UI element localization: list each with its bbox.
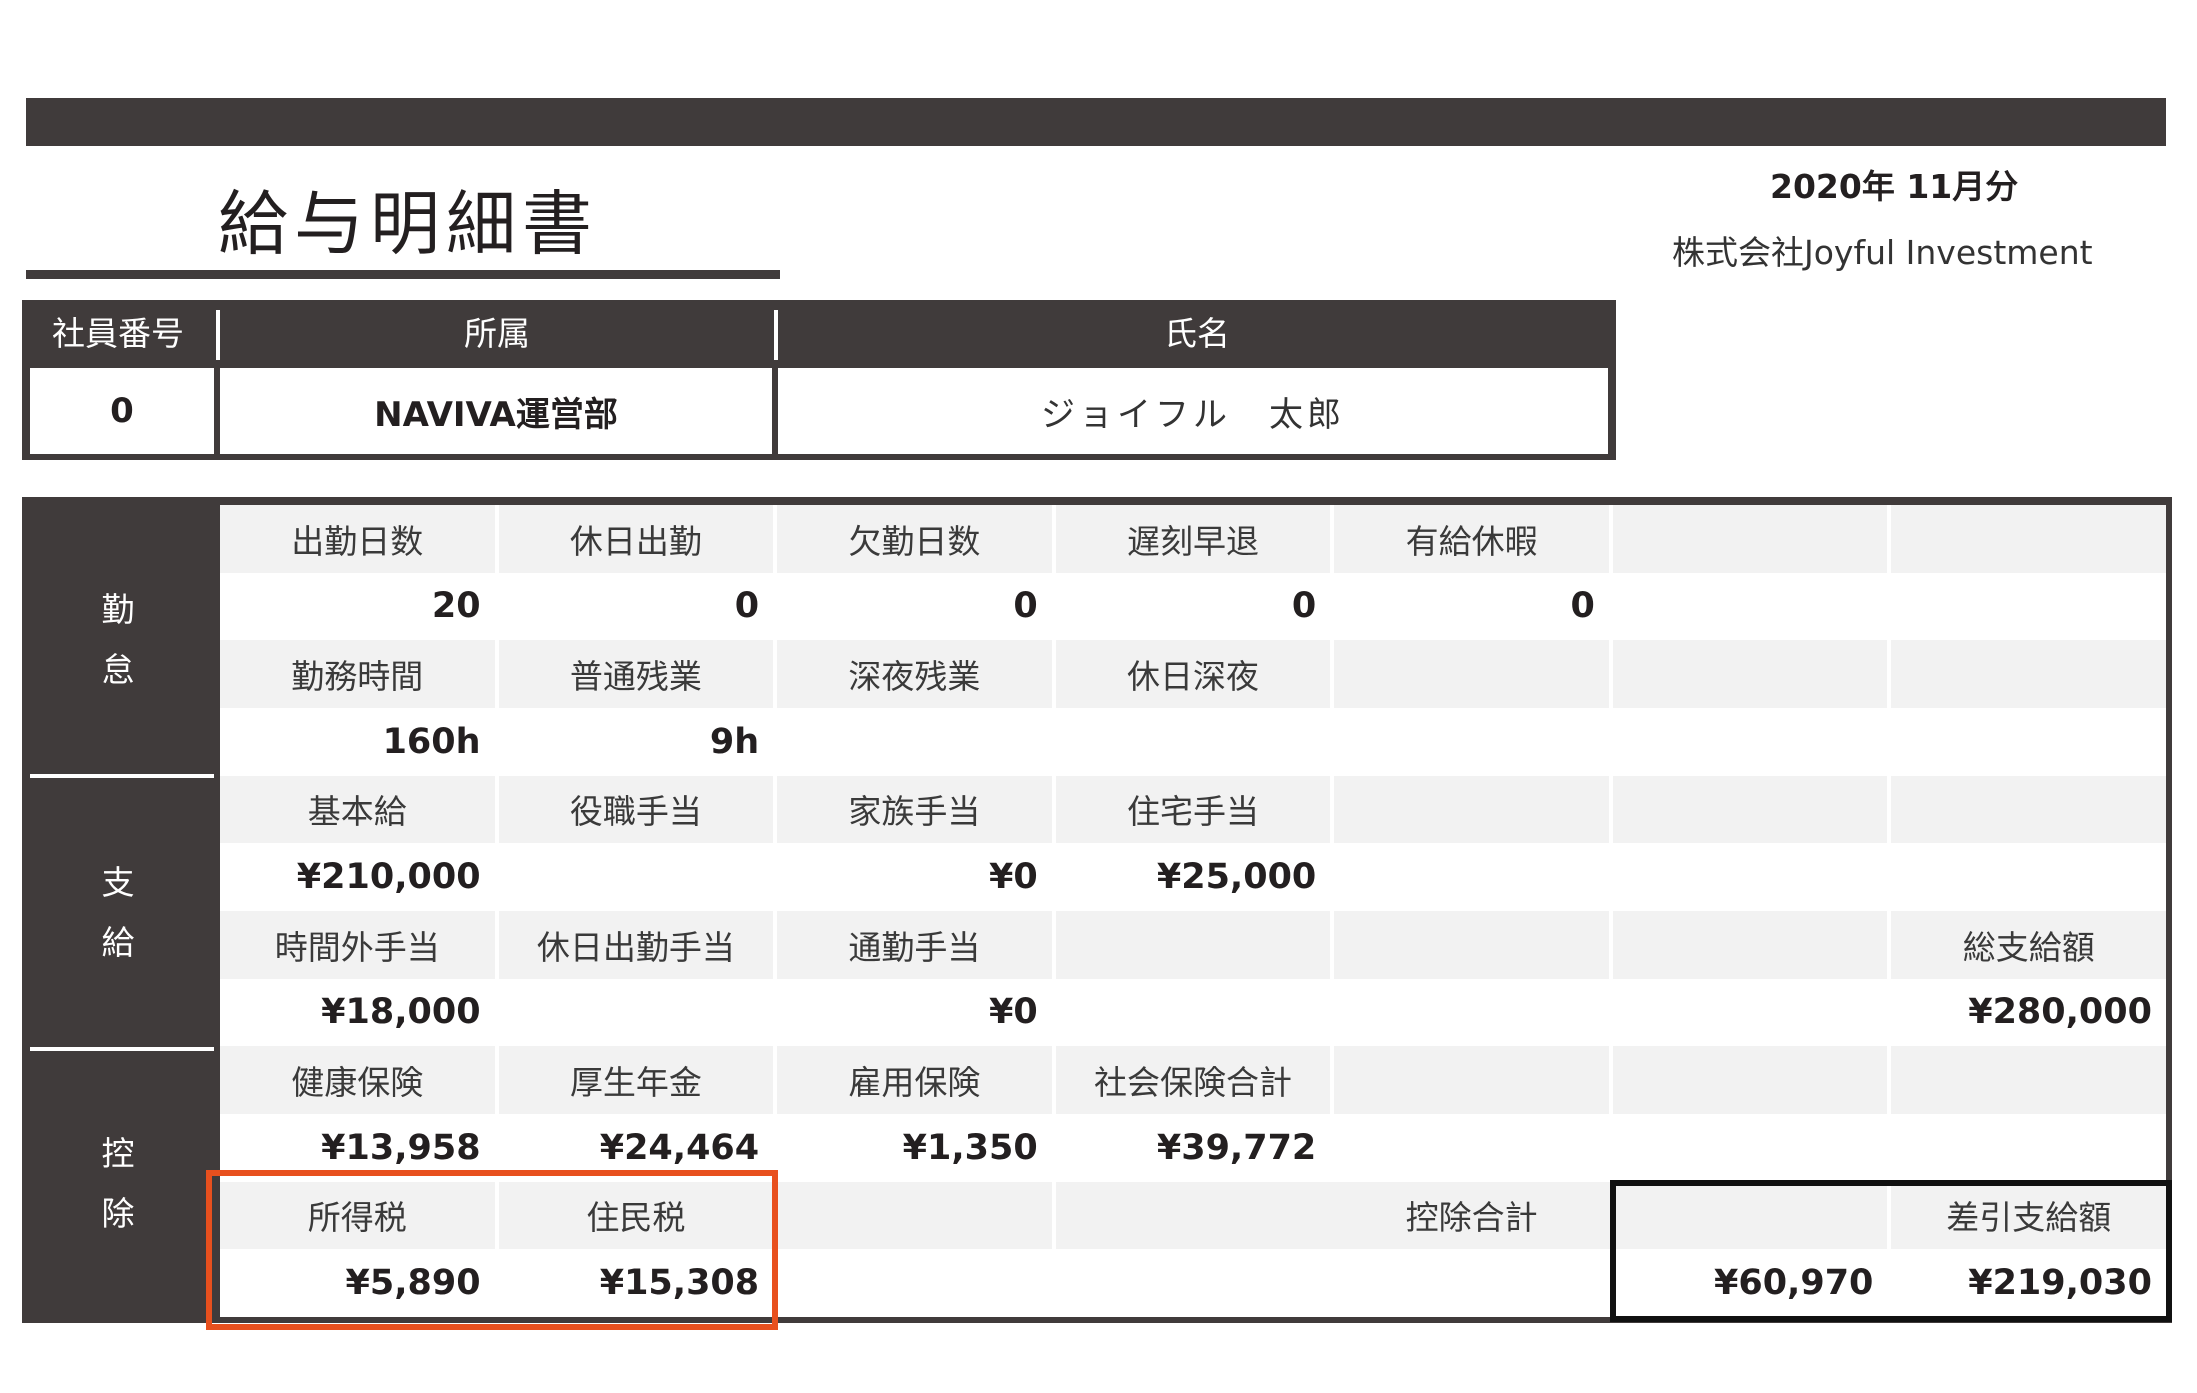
document-title: 給与明細書: [218, 183, 598, 265]
category-char: 控: [101, 1134, 135, 1173]
category-char: 除: [101, 1194, 135, 1233]
field-label: [1612, 775, 1888, 844]
field-value: [777, 707, 1052, 776]
category-char: 支: [101, 863, 135, 902]
company-name: 株式会社Joyful Investment: [1672, 233, 2093, 272]
pay-period: 2020年 11月分: [1770, 167, 2019, 206]
department-value: NAVIVA運営部: [220, 368, 772, 454]
field-value: [498, 978, 774, 1047]
field-value: 0: [777, 572, 1052, 641]
field-label: [1612, 640, 1888, 708]
field-label: [1891, 640, 2166, 708]
field-label: 総支給額: [1891, 910, 2166, 979]
employee-info-table: 社員番号 所属 氏名 0 NAVIVA運営部 ジョイフル 太郎: [22, 300, 1616, 460]
field-value: [1891, 572, 2166, 641]
field-value: ¥280,000: [1891, 978, 2166, 1047]
field-value: [1334, 978, 1609, 1047]
category-attendance: 勤 怠: [22, 505, 214, 775]
field-label: [1891, 775, 2166, 844]
field-label: 役職手当: [498, 775, 774, 844]
field-value: ¥18,000: [220, 978, 495, 1047]
category-char: 勤: [101, 590, 135, 629]
field-label: 普通残業: [498, 640, 774, 708]
field-label: 社会保険合計: [1055, 1046, 1331, 1114]
field-label: 雇用保険: [777, 1046, 1052, 1114]
field-label: 時間外手当: [220, 910, 495, 979]
field-value: 0: [498, 572, 774, 641]
field-label: 深夜残業: [777, 640, 1052, 708]
field-value: ¥210,000: [220, 843, 495, 911]
field-label: [1612, 910, 1888, 979]
field-value: [1891, 843, 2166, 911]
field-value: [1612, 843, 1888, 911]
field-label: [1334, 775, 1609, 844]
field-value: 160h: [220, 707, 495, 776]
employee-id-label: 社員番号: [52, 314, 184, 353]
field-value: ¥0: [777, 843, 1052, 911]
top-bar: [26, 98, 2166, 146]
field-value: [1891, 707, 2166, 776]
field-label: 有給休暇: [1334, 505, 1609, 573]
field-label: [1891, 505, 2166, 573]
field-value: 20: [220, 572, 495, 641]
field-label: [1055, 910, 1331, 979]
field-label: 家族手当: [777, 775, 1052, 844]
field-label: [1334, 910, 1609, 979]
empty-cell: [777, 1181, 1052, 1250]
field-value: [1612, 978, 1888, 1047]
field-label: 欠勤日数: [777, 505, 1052, 573]
field-label: 厚生年金: [498, 1046, 774, 1114]
field-label: [1612, 1046, 1888, 1114]
field-value: [1334, 843, 1609, 911]
field-label: 住宅手当: [1055, 775, 1331, 844]
field-value: [1055, 707, 1331, 776]
field-label: 基本給: [220, 775, 495, 844]
field-label: 健康保険: [220, 1046, 495, 1114]
field-value: [1891, 1113, 2166, 1182]
field-label: 通勤手当: [777, 910, 1052, 979]
category-char: 怠: [101, 650, 135, 689]
field-label: 遅刻早退: [1055, 505, 1331, 573]
field-label: [1334, 1046, 1609, 1114]
field-value: [1612, 707, 1888, 776]
title-underline: [26, 270, 780, 279]
field-value: [1334, 1113, 1609, 1182]
field-value: 0: [1334, 572, 1609, 641]
field-label: [1334, 640, 1609, 708]
field-label: 出勤日数: [220, 505, 495, 573]
category-payment: 支 給: [22, 778, 214, 1048]
field-label: 休日出勤手当: [498, 910, 774, 979]
employee-name-value: ジョイフル 太郎: [778, 368, 1608, 454]
category-char: 給: [101, 923, 135, 962]
field-value: 9h: [498, 707, 774, 776]
field-value: ¥0: [777, 978, 1052, 1047]
field-label: 休日出勤: [498, 505, 774, 573]
field-value: [1612, 1113, 1888, 1182]
field-value: ¥39,772: [1055, 1113, 1331, 1182]
name-label: 氏名: [1164, 314, 1230, 353]
field-value: [498, 843, 774, 911]
field-label: [1891, 1046, 2166, 1114]
employee-id-value: 0: [30, 368, 214, 454]
field-label: [1612, 505, 1888, 573]
field-value: [1334, 707, 1609, 776]
field-label: 勤務時間: [220, 640, 495, 708]
field-value: ¥25,000: [1055, 843, 1331, 911]
tax-highlight-box: [206, 1170, 778, 1330]
field-value: ¥1,350: [777, 1113, 1052, 1182]
net-pay-box: [1610, 1180, 2172, 1322]
field-value: [1612, 572, 1888, 641]
field-label: 休日深夜: [1055, 640, 1331, 708]
field-value: [1055, 978, 1331, 1047]
empty-cell: [777, 1249, 1052, 1317]
field-value: 0: [1055, 572, 1331, 641]
department-label: 所属: [464, 314, 530, 353]
category-deduction: 控 除: [22, 1051, 214, 1317]
